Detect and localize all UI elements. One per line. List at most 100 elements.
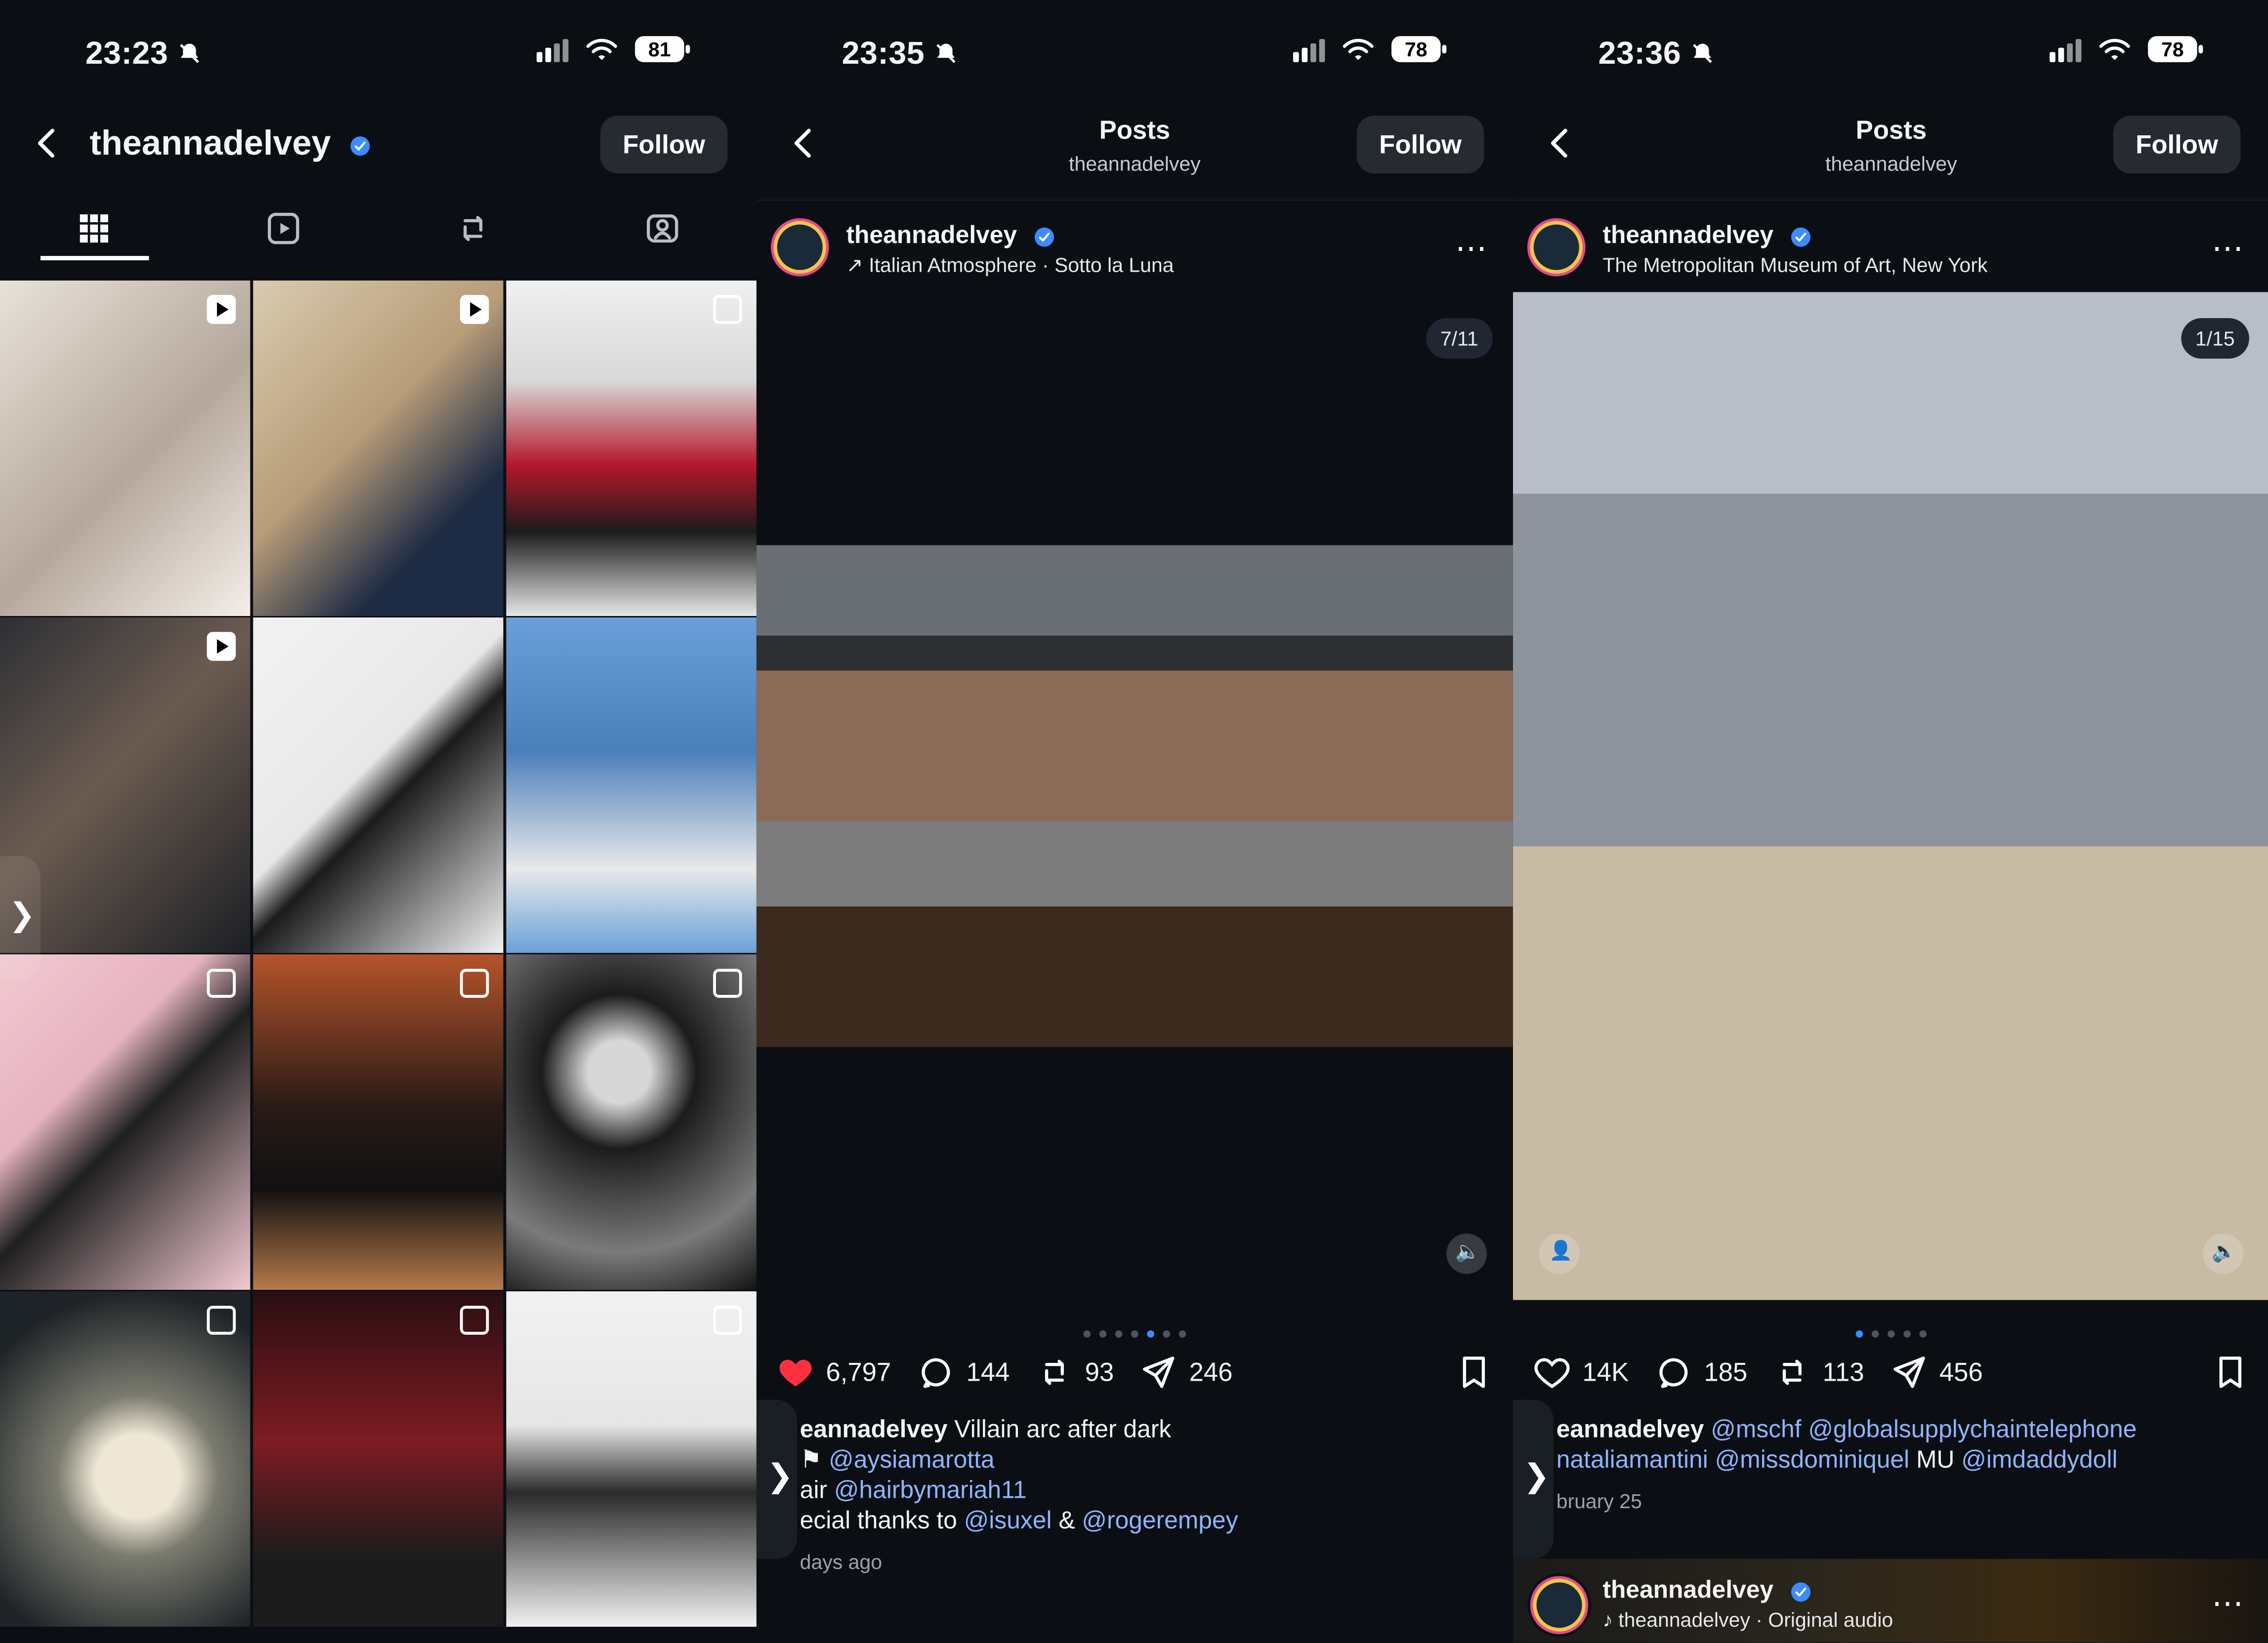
follow-button[interactable]: Follow — [1356, 116, 1484, 174]
caption-text: Villain arc after dark — [954, 1415, 1172, 1443]
status-bar: 23:36 78 — [1513, 0, 2268, 113]
grid-post[interactable] — [0, 1291, 252, 1629]
post-username[interactable]: theannadelvey — [846, 221, 1055, 250]
post-media[interactable]: 7/11 — [756, 292, 1513, 1300]
mention-link[interactable]: @hairbymariah11 — [834, 1477, 1027, 1504]
tab-grid[interactable] — [0, 200, 189, 260]
reel-badge-icon — [207, 295, 236, 324]
caption-line: eannadelvey Villain arc after dark — [800, 1414, 1487, 1444]
grid-post[interactable] — [253, 954, 505, 1292]
grid-post[interactable] — [506, 617, 756, 955]
multi-post-icon — [207, 1306, 236, 1335]
grid-post[interactable] — [0, 280, 252, 617]
tagged-icon — [646, 214, 678, 243]
profile-tabs — [0, 200, 756, 260]
caption-line: ecial thanks to @isuxel & @rogerempey — [799, 1507, 1238, 1534]
save-action[interactable] — [1455, 1354, 1493, 1391]
tagged-people-icon[interactable] — [1539, 1233, 1580, 1274]
profile-grid-screen: 23:23 81 theannadelvey Follow ❯ — [0, 0, 756, 1643]
reel-badge-icon — [207, 632, 236, 661]
send-icon — [1143, 1356, 1175, 1388]
carousel-dots — [756, 1319, 1513, 1345]
tab-reels[interactable] — [189, 200, 378, 257]
follow-button[interactable]: Follow — [2113, 116, 2241, 174]
repost-action[interactable]: 93 — [1036, 1354, 1114, 1391]
grid-post[interactable] — [253, 1291, 505, 1629]
mention-link[interactable]: @missdominiquel — [1715, 1446, 1909, 1474]
status-bar: 23:23 81 — [0, 0, 756, 113]
post-location[interactable]: ↗ Italian Atmosphere · Sotto la Luna — [846, 253, 1174, 278]
status-right: 78 — [2049, 36, 2203, 62]
share-action[interactable]: 246 — [1140, 1354, 1233, 1391]
post-caption: eannadelvey @mschf @globalsupplychaintel… — [1556, 1414, 2243, 1517]
side-pull-tab[interactable] — [0, 856, 41, 981]
mention-link[interactable]: nataliamantini — [1556, 1446, 1708, 1474]
status-right: 81 — [537, 36, 690, 62]
status-time: 23:36 — [1598, 35, 1681, 71]
more-options-icon[interactable]: ⋯ — [2212, 230, 2246, 267]
sound-toggle-icon[interactable] — [2203, 1233, 2244, 1274]
like-action[interactable]: 6,797 — [777, 1354, 891, 1391]
post-photo — [756, 545, 1513, 1047]
save-action[interactable] — [2212, 1354, 2249, 1391]
repost-action[interactable]: 113 — [1773, 1354, 1864, 1391]
tab-tagged[interactable] — [567, 200, 756, 257]
grid-post[interactable] — [0, 954, 252, 1292]
next-post-username[interactable]: theannadelvey — [1602, 1576, 1812, 1605]
multi-post-icon — [460, 969, 489, 998]
original-audio-label[interactable]: ♪ theannadelvey · Original audio — [1602, 1608, 1893, 1631]
post-header: theannadelvey ↗ Italian Atmosphere · Sot… — [756, 199, 1513, 293]
multi-post-icon — [713, 1306, 742, 1335]
grid-post[interactable] — [506, 280, 756, 617]
caption-username[interactable]: eannadelvey — [800, 1416, 948, 1443]
avatar[interactable] — [1524, 215, 1589, 279]
tab-reposts[interactable] — [378, 200, 567, 257]
mention-link[interactable]: @aysiamarotta — [829, 1446, 994, 1474]
comment-action[interactable]: 144 — [917, 1354, 1010, 1391]
mention-link[interactable]: @rogerempey — [1082, 1507, 1238, 1534]
grid-icon — [80, 214, 109, 243]
avatar[interactable] — [1527, 1573, 1592, 1637]
verified-badge-icon — [351, 136, 371, 156]
share-count: 246 — [1189, 1357, 1233, 1386]
caption-line: air @hairbymariah11 — [799, 1476, 1027, 1504]
mention-link[interactable]: @globalsupplychaintelephone — [1808, 1416, 2137, 1443]
reposts-icon — [463, 216, 482, 241]
posts-header: Posts theannadelvey Follow — [1513, 113, 2268, 200]
send-icon — [1893, 1356, 1925, 1388]
music-note-icon: ♪ — [1602, 1608, 1613, 1631]
comment-icon — [922, 1358, 950, 1388]
battery-indicator: 81 — [635, 36, 690, 62]
mention-link[interactable]: @isuxel — [964, 1507, 1052, 1534]
post-media[interactable]: 1/15 — [1512, 292, 2268, 1300]
grid-post[interactable] — [506, 954, 756, 1292]
repost-count: 113 — [1822, 1357, 1864, 1386]
post-location[interactable]: The Metropolitan Museum of Art, New York — [1602, 253, 1987, 276]
silent-bell-icon — [936, 43, 956, 63]
side-pull-tab[interactable] — [756, 1399, 797, 1559]
posted-time: days ago — [799, 1550, 882, 1573]
more-options-icon[interactable]: ⋯ — [2212, 1585, 2246, 1622]
multi-post-icon — [460, 1306, 489, 1335]
mention-link[interactable]: @mschf — [1711, 1416, 1801, 1443]
grid-post[interactable] — [506, 1291, 756, 1629]
caption-username[interactable]: eannadelvey — [1556, 1416, 1704, 1443]
more-options-icon[interactable]: ⋯ — [1455, 230, 1490, 267]
avatar[interactable] — [768, 215, 832, 279]
back-button[interactable] — [29, 124, 67, 162]
status-right: 78 — [1293, 36, 1447, 62]
next-post-header[interactable]: theannadelvey ♪ theannadelvey · Original… — [1512, 1559, 2268, 1643]
mention-link[interactable]: @imdaddydoll — [1961, 1446, 2117, 1474]
side-pull-tab[interactable] — [1512, 1399, 1554, 1559]
grid-post[interactable] — [253, 617, 505, 955]
follow-button[interactable]: Follow — [600, 116, 728, 174]
comment-action[interactable]: 185 — [1655, 1354, 1747, 1391]
status-bar: 23:35 78 — [756, 0, 1513, 113]
sound-toggle-icon[interactable] — [1446, 1233, 1487, 1274]
like-action[interactable]: 14K — [1533, 1354, 1629, 1391]
silent-bell-icon — [180, 43, 199, 63]
heart-outline-icon — [1534, 1358, 1570, 1389]
post-username[interactable]: theannadelvey — [1602, 221, 1812, 250]
grid-post[interactable] — [253, 280, 505, 617]
share-action[interactable]: 456 — [1890, 1354, 1983, 1391]
